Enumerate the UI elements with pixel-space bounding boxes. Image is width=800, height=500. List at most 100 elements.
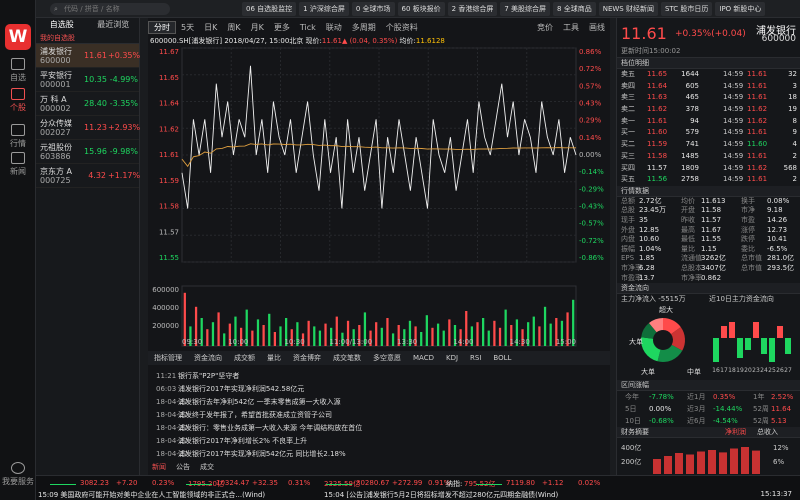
news-tab-2[interactable]: 成交	[200, 462, 214, 472]
pct-tick-label: 0.29%	[579, 117, 602, 125]
status-news-1[interactable]: 15:09 美国政府可能开始对美中企业在人工智能领域的非正式合...(Wind)	[38, 490, 265, 500]
news-icon	[11, 152, 25, 164]
news-item[interactable]: 18-04-27浦发银行2017年净利增长2% 不良率上升	[148, 435, 610, 448]
indicator-tab-7[interactable]: MACD	[407, 354, 440, 362]
watchlist-row[interactable]: 浦发银行 600000 11.61 +0.35%	[36, 44, 140, 68]
tab-watchlist[interactable]: 自选股	[36, 18, 88, 32]
indicator-tab-5[interactable]: 成交笔数	[327, 353, 367, 363]
x-tick-label: 11:00/13:00	[329, 338, 372, 346]
trade-volume: 3	[792, 81, 797, 90]
news-date: 06:03	[156, 385, 177, 393]
watchlist-row[interactable]: 元祖股份 603886 15.96 -9.98%	[36, 140, 139, 164]
nav-stock[interactable]: 个股	[0, 88, 36, 113]
chart-tab-1[interactable]: 5天	[176, 22, 199, 33]
chart-tab-6[interactable]: Tick	[295, 23, 321, 32]
level-volume: 465	[685, 93, 699, 102]
nav-market[interactable]: 行情	[0, 124, 36, 149]
chart-tab-8[interactable]: 多周期	[347, 22, 381, 33]
fin-pct-label: 12%	[773, 444, 789, 452]
stat-value: 10.60	[639, 235, 660, 244]
nav-service[interactable]: 我要服务	[0, 462, 36, 487]
indicator-tab-10[interactable]: BOLL	[487, 354, 517, 362]
news-item[interactable]: 06:03 浦发银行2017年实现净利润542.58亿元	[148, 383, 610, 396]
volume-bar	[420, 332, 423, 346]
chart-tab-0[interactable]: 分时	[148, 20, 176, 34]
chart-tab-7[interactable]: 联动	[321, 22, 347, 33]
range-value: 2.52%	[771, 393, 794, 402]
top-tab-5[interactable]: 7 美股综合屏	[500, 2, 551, 16]
level-label: 买三	[621, 151, 635, 160]
level-price: 11.56	[647, 175, 668, 184]
range-label: 5日	[625, 405, 637, 414]
chart-tool-2[interactable]: 画线	[584, 22, 610, 33]
indicator-tab-6[interactable]: 多空意愿	[367, 353, 407, 363]
news-date: 18-04-27	[156, 411, 188, 419]
top-tab-1[interactable]: 1 沪深综合屏	[299, 2, 349, 16]
chart-tab-5[interactable]: 更多	[269, 22, 295, 33]
chart-tab-2[interactable]: 日K	[199, 22, 222, 33]
news-item[interactable]: 18-04-27浦发银行2017年实现净利润542亿元 同比增长2.18%	[148, 448, 610, 461]
service-icon	[11, 462, 25, 474]
top-tab-6[interactable]: 8 全球商品	[553, 2, 596, 16]
top-tab-7[interactable]: NEWS 财经新闻	[598, 2, 658, 16]
news-item[interactable]: 18-04-27浦发银行去年净利542亿 一季末零售成第一大收入源	[148, 396, 610, 409]
status-clock: 15:13:37	[760, 490, 792, 498]
fund-flow-chart: 超大大单大单 中单 16 17 18 19 20 23 24 25 26 27	[629, 305, 792, 376]
tab-recent[interactable]: 最近浏览	[88, 18, 140, 32]
watchlist-row[interactable]: 分众传媒 002027 11.23 +2.93%	[36, 116, 140, 140]
news-item[interactable]: 18-04-27浦发银行：零售业务成第一大收入来源 今年调结构放在首位	[148, 422, 610, 435]
watchlist-row[interactable]: 平安银行 000001 10.35 -4.99%	[36, 68, 139, 92]
news-item[interactable]: 11:21 银行系"P2P"坚守者	[148, 370, 610, 383]
indicator-tab-8[interactable]: KDJ	[440, 354, 464, 362]
top-tab-2[interactable]: 0 全球市场	[351, 2, 395, 16]
stock-row-code: 000002	[40, 104, 71, 113]
tab-revenue[interactable]: 总收入	[757, 427, 778, 438]
watchlist-group[interactable]: 我的自选股	[36, 32, 139, 44]
top-tab-3[interactable]: 60 板块报价	[397, 2, 445, 16]
chart-tool-1[interactable]: 工具	[558, 22, 584, 33]
top-tab-9[interactable]: IPO 新股中心	[715, 2, 766, 16]
top-tab-0[interactable]: 06 自选股监控	[242, 2, 297, 16]
chart-tool-0[interactable]: 竞价	[532, 22, 558, 33]
indicator-tab-4[interactable]: 资金博弈	[287, 353, 327, 363]
stats-row: 振幅 1.04% 量比 1.15 委比 -6.5%	[617, 245, 800, 255]
range-value: 0.00%	[649, 405, 672, 414]
news-item[interactable]: 18-04-27浦发终于发年报了，希望首批获准成立资管子公司	[148, 409, 610, 422]
stat-label: 市净率	[681, 273, 702, 282]
x-tick-label: 10:00	[228, 338, 248, 346]
nav-watchlist[interactable]: 自选	[0, 58, 36, 83]
nav-news[interactable]: 新闻	[0, 152, 36, 177]
stats-row: 总额 2.72亿 均价 11.613 换手 0.08%	[617, 197, 800, 207]
pct-tick-label: 0.72%	[579, 65, 602, 73]
top-tab-4[interactable]: 2 香港综合屏	[447, 2, 498, 16]
news-tab-1[interactable]: 公告	[176, 462, 190, 472]
x-tick-label: 14:30	[510, 338, 530, 346]
news-tab-0[interactable]: 新闻	[152, 462, 166, 472]
chart-tab-3[interactable]: 周K	[222, 22, 245, 33]
intraday-chart[interactable]: 11.67 11.65 11.64 11.62 11.61 11.59 11.58 11.57…	[148, 46, 610, 351]
indicator-tab-3[interactable]: 量比	[261, 353, 287, 363]
volume-bar	[318, 330, 322, 346]
stat-value: 10.41	[767, 235, 788, 244]
market-icon	[11, 124, 25, 136]
watchlist-row[interactable]: 万 科 A 000002 28.40 -3.35%	[36, 92, 139, 116]
indicator-tab-9[interactable]: RSI	[464, 354, 487, 362]
orderbook-row: 买三 11.58 1485 14:59 11.61 2	[617, 151, 800, 163]
trade-volume: 9	[792, 128, 797, 137]
chart-tab-4[interactable]: 月K	[246, 22, 269, 33]
watchlist-panel: 自选股 最近浏览 我的自选股 浦发银行 600000 11.61 +0.35% 平安银行 0…	[36, 18, 140, 496]
chart-tab-9[interactable]: 个股资料	[381, 22, 423, 33]
stat-value: 6.28	[639, 264, 655, 273]
watchlist-row[interactable]: 京东方 A 000725 4.32 +1.17%	[36, 164, 140, 188]
flow-slice-label: 超大	[659, 305, 673, 314]
level-price: 11.58	[647, 151, 668, 160]
indicator-tab-0[interactable]: 指标管理	[148, 353, 188, 363]
tab-net-profit[interactable]: 净利润	[725, 427, 746, 438]
level-price: 11.64	[647, 81, 668, 90]
indicator-tab-2[interactable]: 成交额	[228, 353, 261, 363]
search-input[interactable]: 代码 / 拼音 / 名称	[50, 3, 170, 15]
trade-time: 14:59	[723, 151, 744, 160]
top-tab-8[interactable]: STC 股市日历	[660, 2, 713, 16]
status-news-2[interactable]: 15:04 [公告]浦发银行5月2日将招标增发不超过280亿元四期金融债(Win…	[324, 490, 558, 500]
indicator-tab-1[interactable]: 资金流向	[188, 353, 228, 363]
